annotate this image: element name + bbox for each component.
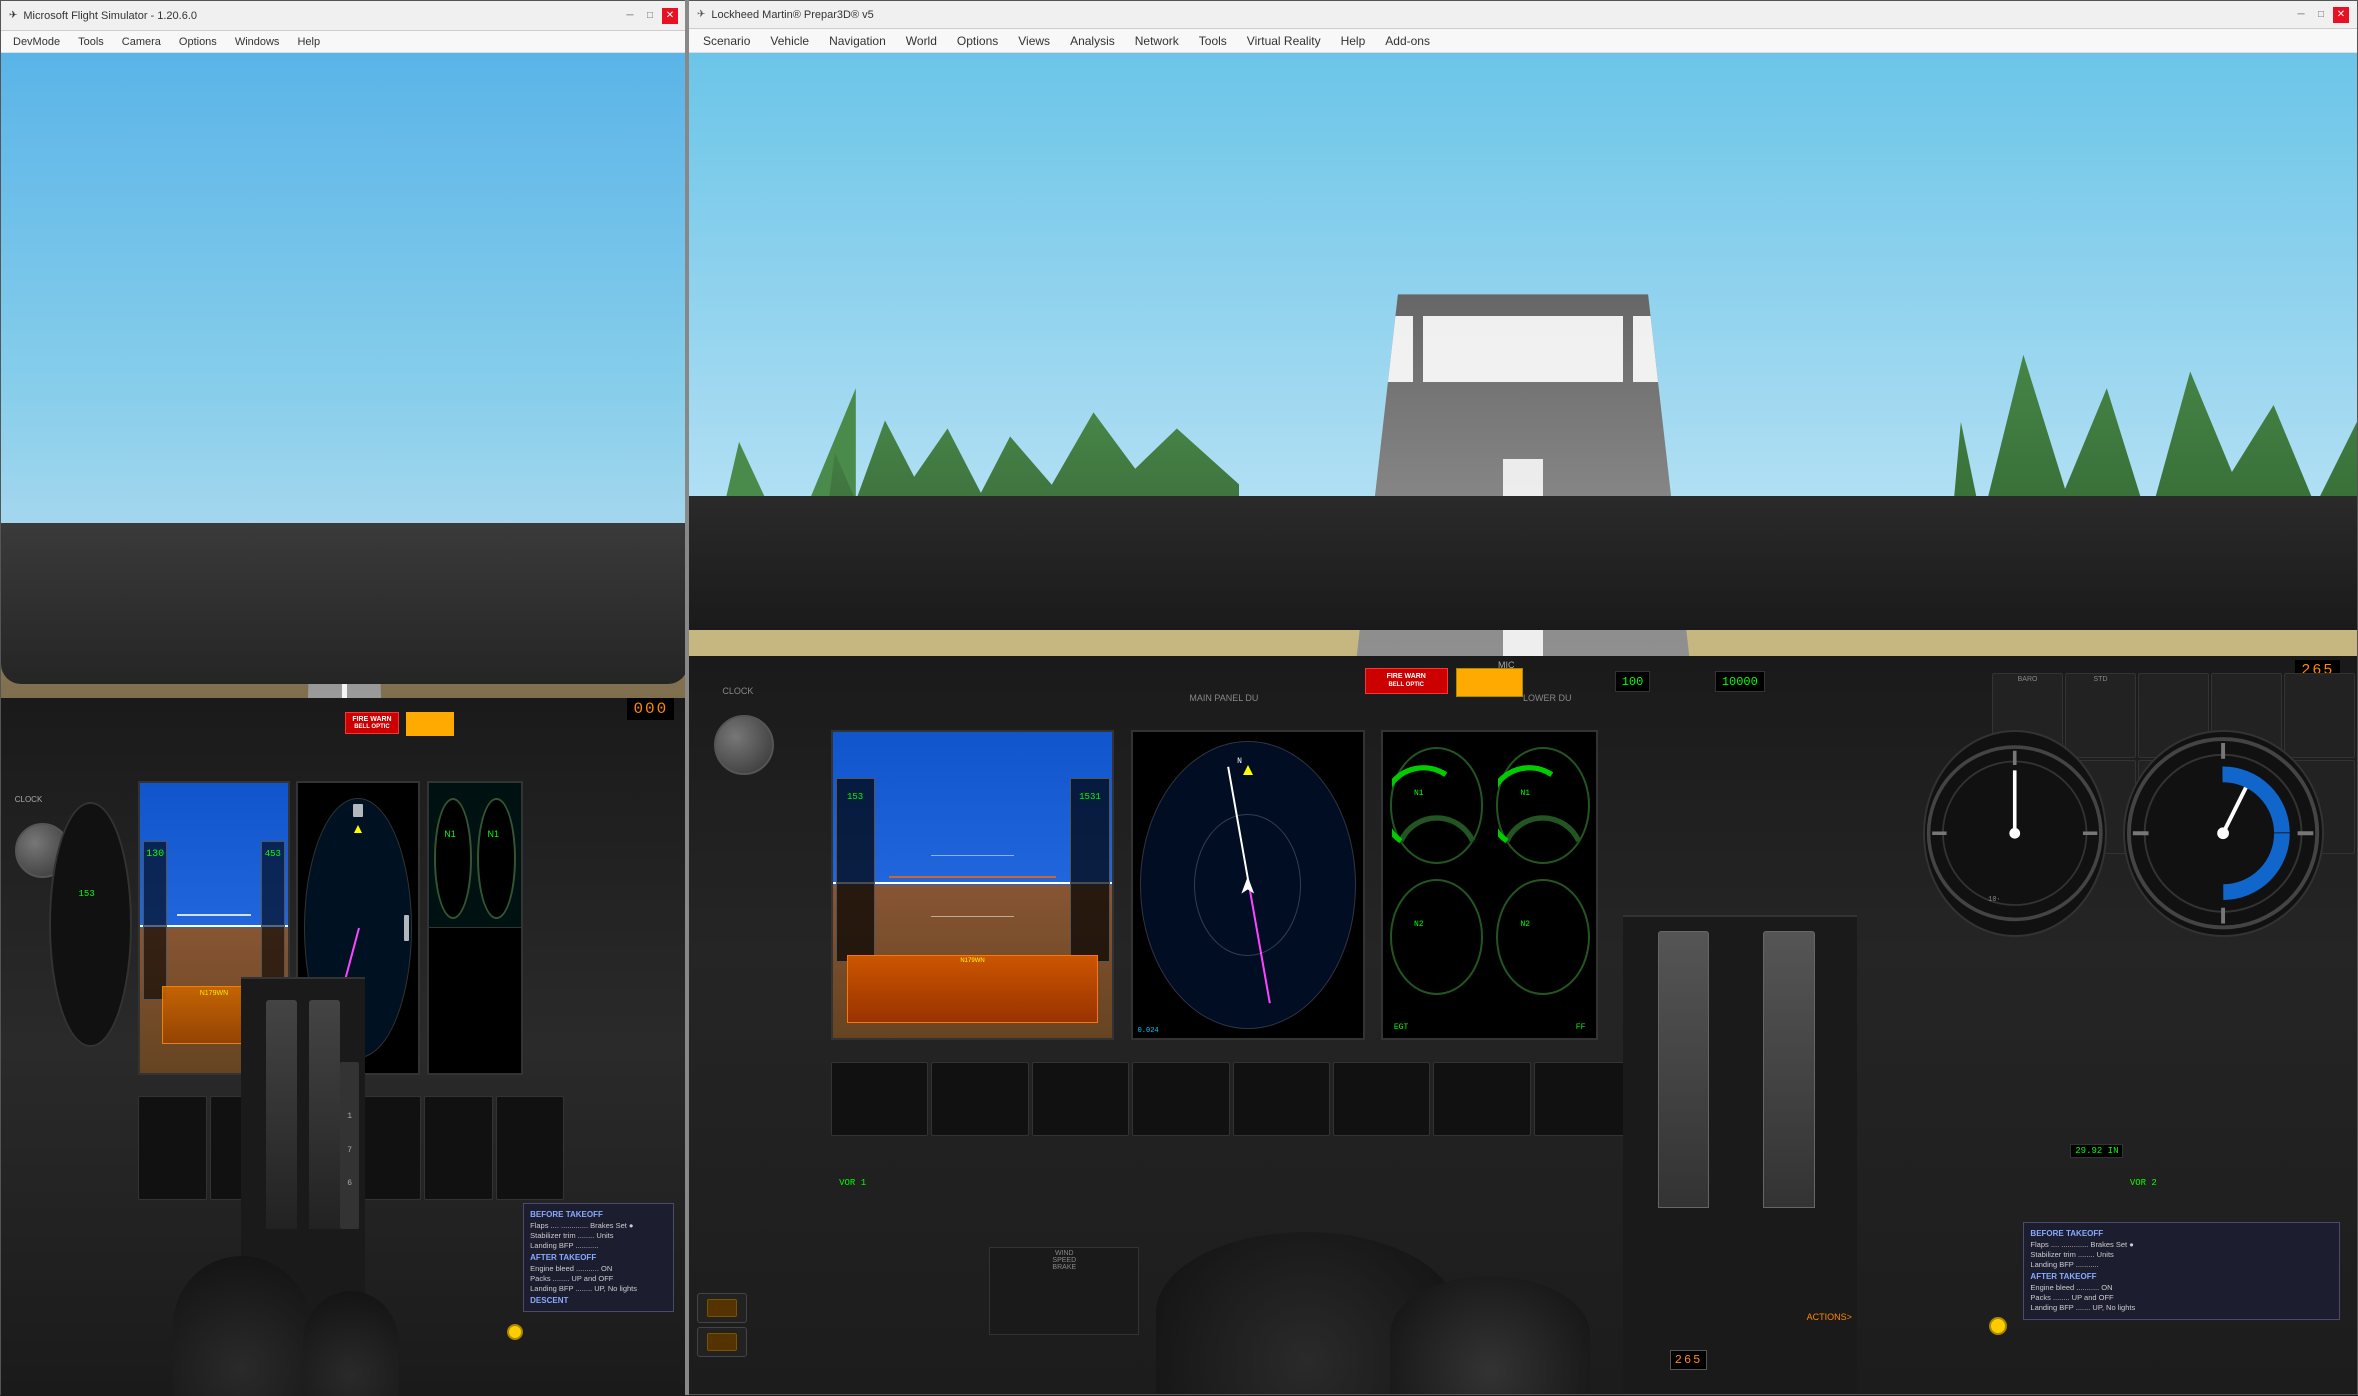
- msfs-minimize-button[interactable]: ─: [622, 8, 638, 24]
- p3d-throttle: 265 ACTIONS>: [1623, 915, 1857, 1394]
- p3d-title-text: Lockheed Martin® Prepar3D® v5: [711, 9, 873, 21]
- p3d-window: ✈ Lockheed Martin® Prepar3D® v5 ─ □ ✕ Sc…: [687, 0, 2358, 1395]
- msfs-eicas: N1 N1: [427, 781, 523, 1074]
- checklist-before-takeoff-header: BEFORE TAKEOFF: [530, 1210, 667, 1219]
- msfs-checklist: BEFORE TAKEOFF Flaps .... ............. …: [523, 1203, 674, 1312]
- p3d-menu-help[interactable]: Help: [1333, 32, 1374, 50]
- p3d-checklist: BEFORE TAKEOFF Flaps .... ............. …: [2023, 1222, 2340, 1320]
- msfs-asi: 153: [49, 802, 131, 1046]
- checklist-descent-header: DESCENT: [530, 1296, 667, 1305]
- msfs-yoke-right: [303, 1291, 399, 1396]
- p3d-amber-status-dot: [1989, 1317, 2007, 1335]
- msfs-menu-tools[interactable]: Tools: [70, 34, 112, 50]
- p3d-amber-indicator: [1456, 668, 1523, 698]
- p3d-menu-scenario[interactable]: Scenario: [695, 32, 758, 50]
- p3d-baro-setting: 29.92 IN: [2070, 1144, 2123, 1158]
- p3d-small-instruments-row: [831, 1062, 1632, 1136]
- msfs-viewport: FIRE WARN BELL OPTIC 000 CLOCK: [1, 53, 688, 1396]
- p3d-landing-gear-buttons: [697, 1293, 747, 1357]
- bell-optic-label: BELL OPTIC: [350, 724, 395, 732]
- p3d-lower-du-label: LOWER DU: [1523, 693, 1572, 703]
- p3d-menu-analysis[interactable]: Analysis: [1062, 32, 1123, 50]
- p3d-speed-display: 100: [1615, 671, 1651, 692]
- p3d-menu-virtual-reality[interactable]: Virtual Reality: [1239, 32, 1329, 50]
- msfs-menu-windows[interactable]: Windows: [227, 34, 288, 50]
- msfs-amber-status-dot: [507, 1324, 523, 1340]
- p3d-vor1-label: VOR 1: [839, 1178, 866, 1188]
- p3d-fire-warn: FIRE WARN BELL OPTIC: [1365, 668, 1448, 694]
- p3d-checklist-before-takeoff: BEFORE TAKEOFF: [2030, 1229, 2333, 1238]
- p3d-glareshield: [689, 496, 2357, 630]
- msfs-fire-warn: FIRE WARN BELL OPTIC: [345, 712, 400, 735]
- p3d-altimeter: [2123, 730, 2323, 937]
- p3d-yoke-right: [1390, 1276, 1590, 1394]
- p3d-pfd-left: 153 1531 N179WN: [831, 730, 1115, 1040]
- checklist-after-takeoff-header: AFTER TAKEOFF: [530, 1253, 667, 1262]
- p3d-title: ✈ Lockheed Martin® Prepar3D® v5: [697, 9, 874, 21]
- msfs-menu-camera[interactable]: Camera: [114, 34, 169, 50]
- msfs-window: ✈ Microsoft Flight Simulator - 1.20.6.0 …: [0, 0, 687, 1395]
- msfs-glareshield: [1, 523, 688, 684]
- p3d-menu-views[interactable]: Views: [1010, 32, 1058, 50]
- msfs-title-text: Microsoft Flight Simulator - 1.20.6.0: [23, 10, 197, 22]
- p3d-dashboard: FIRE WARN BELL OPTIC MIC MAIN PANEL DU L…: [689, 656, 2357, 1394]
- p3d-menu-tools[interactable]: Tools: [1191, 32, 1235, 50]
- msfs-maximize-button[interactable]: □: [642, 8, 658, 24]
- p3d-titlebar: ✈ Lockheed Martin® Prepar3D® v5 ─ □ ✕: [689, 1, 2357, 29]
- p3d-menu-network[interactable]: Network: [1127, 32, 1187, 50]
- p3d-menu-add-ons[interactable]: Add-ons: [1377, 32, 1438, 50]
- p3d-main-panel-du-label: MAIN PANEL DU: [1189, 693, 1258, 703]
- msfs-menu-devmode[interactable]: DevMode: [5, 34, 68, 50]
- msfs-window-controls: ─ □ ✕: [622, 8, 678, 24]
- msfs-titlebar: ✈ Microsoft Flight Simulator - 1.20.6.0 …: [1, 1, 686, 31]
- p3d-menu-options[interactable]: Options: [949, 32, 1006, 50]
- msfs-clock-label: CLOCK: [15, 795, 43, 804]
- p3d-minimize-button[interactable]: ─: [2293, 7, 2309, 23]
- p3d-menubar: Scenario Vehicle Navigation World Option…: [689, 29, 2357, 53]
- p3d-menu-world[interactable]: World: [898, 32, 945, 50]
- window-divider: [685, 0, 689, 1395]
- p3d-eicas: N1 N1 N2: [1381, 730, 1598, 1040]
- p3d-close-button[interactable]: ✕: [2333, 7, 2349, 23]
- p3d-maximize-button[interactable]: □: [2313, 7, 2329, 23]
- p3d-checklist-after-takeoff: AFTER TAKEOFF: [2030, 1272, 2333, 1281]
- msfs-menu-options[interactable]: Options: [171, 34, 225, 50]
- msfs-yoke-left: [173, 1256, 310, 1396]
- p3d-altitude-display: 10000: [1715, 671, 1765, 692]
- p3d-viewport: FIRE WARN BELL OPTIC MIC MAIN PANEL DU L…: [689, 53, 2357, 1394]
- p3d-clock-knob[interactable]: [714, 715, 774, 775]
- p3d-clock-label: CLOCK: [722, 686, 753, 696]
- msfs-menubar: DevMode Tools Camera Options Windows Hel…: [1, 31, 686, 53]
- p3d-menu-navigation[interactable]: Navigation: [821, 32, 894, 50]
- msfs-amber-light: [406, 712, 454, 736]
- msfs-dashboard: FIRE WARN BELL OPTIC 000 CLOCK: [1, 698, 688, 1396]
- p3d-speed-brake-area: WINDSPEEDBRAKE: [989, 1247, 1139, 1336]
- p3d-window-controls: ─ □ ✕: [2293, 7, 2349, 23]
- msfs-title: ✈ Microsoft Flight Simulator - 1.20.6.0: [9, 10, 197, 22]
- msfs-menu-help[interactable]: Help: [289, 34, 328, 50]
- msfs-seg-display: 000: [627, 698, 674, 720]
- p3d-nd: N 0.024: [1131, 730, 1365, 1040]
- p3d-mic-label: MIC: [1498, 660, 1515, 670]
- p3d-menu-vehicle[interactable]: Vehicle: [762, 32, 817, 50]
- fire-warn-label: FIRE WARN: [350, 715, 395, 724]
- msfs-close-button[interactable]: ✕: [662, 8, 678, 24]
- p3d-vor2-label: VOR 2: [2130, 1178, 2157, 1188]
- p3d-vsi: 10·: [1923, 730, 2106, 937]
